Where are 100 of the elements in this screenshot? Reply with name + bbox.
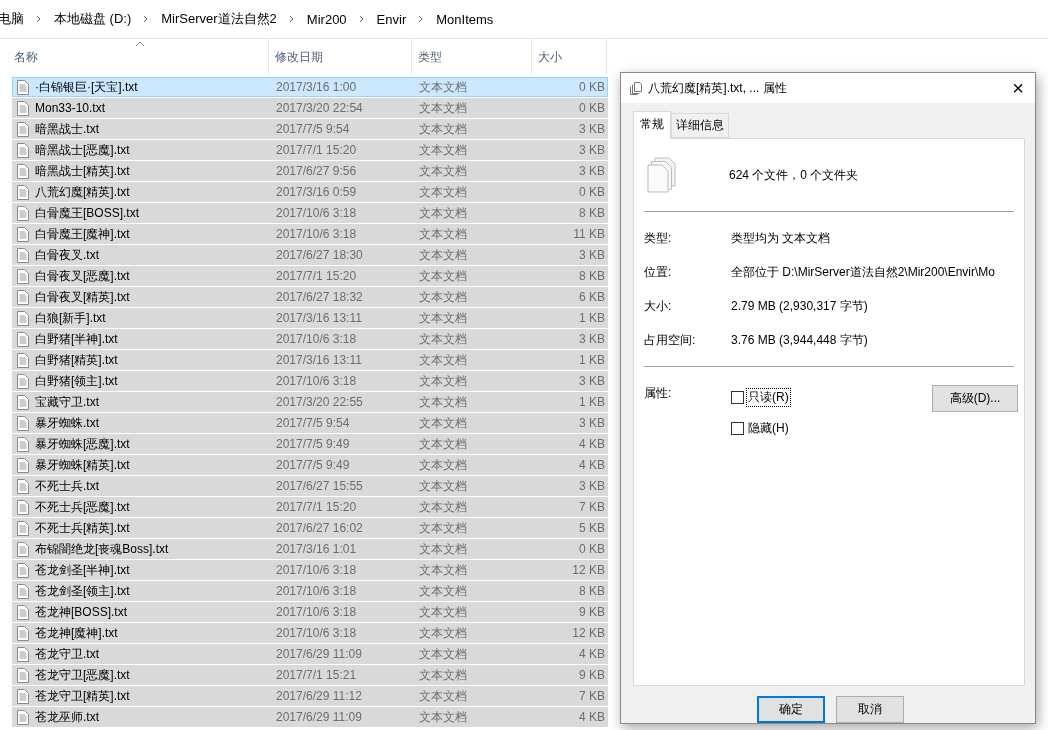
column-header[interactable]: 大小 — [532, 39, 607, 75]
file-row[interactable]: 不死士兵[精英].txt 2017/6/27 16:02 文本文档 5 KB — [12, 518, 608, 538]
file-row[interactable]: 苍龙巫师.txt 2017/6/29 11:09 文本文档 4 KB — [12, 707, 608, 727]
file-row[interactable]: 白骨魔王[BOSS].txt 2017/10/6 3:18 文本文档 8 KB — [12, 203, 608, 223]
file-row[interactable]: 宝藏守卫.txt 2017/3/20 22:55 文本文档 1 KB — [12, 392, 608, 412]
file-type: 文本文档 — [418, 99, 468, 117]
modified-date: 2017/7/5 9:49 — [275, 458, 351, 472]
file-type: 文本文档 — [418, 330, 468, 348]
file-name: 白骨魔王[BOSS].txt — [35, 204, 139, 222]
file-name: 白野猪[精英].txt — [35, 351, 118, 369]
text-file-icon — [17, 268, 29, 284]
file-size: 0 KB — [578, 185, 606, 199]
file-name: 白骨夜叉[恶魔].txt — [35, 267, 130, 285]
breadcrumb-item[interactable]: MonItems — [432, 11, 498, 27]
text-file-icon — [17, 499, 29, 515]
file-name: 苍龙守卫[精英].txt — [35, 687, 130, 705]
chevron-right-icon[interactable] — [35, 15, 43, 23]
file-size: 6 KB — [578, 290, 606, 304]
text-file-icon — [17, 394, 29, 410]
modified-date: 2017/7/5 9:49 — [275, 437, 351, 451]
file-type: 文本文档 — [418, 540, 468, 558]
file-row[interactable]: 暴牙蜘蛛[精英].txt 2017/7/5 9:49 文本文档 4 KB — [12, 455, 608, 475]
file-row[interactable]: 白骨魔王[魔神].txt 2017/10/6 3:18 文本文档 11 KB — [12, 224, 608, 244]
file-name: 八荒幻魔[精英].txt — [35, 183, 130, 201]
file-size: 9 KB — [578, 605, 606, 619]
file-row[interactable]: 白野猪[领主].txt 2017/10/6 3:18 文本文档 3 KB — [12, 371, 608, 391]
file-row[interactable]: ·白锦银巨·[天宝].txt 2017/3/16 1:00 文本文档 0 KB — [12, 77, 608, 97]
attributes-label: 属性: — [644, 385, 673, 402]
chevron-right-icon[interactable] — [357, 15, 366, 23]
breadcrumb-item[interactable]: Mir200 — [302, 11, 351, 27]
text-file-icon — [17, 352, 29, 368]
file-row[interactable]: 白骨夜叉[精英].txt 2017/6/27 18:32 文本文档 6 KB — [12, 287, 608, 307]
modified-date: 2017/6/29 11:09 — [275, 710, 363, 724]
file-type: 文本文档 — [418, 603, 468, 621]
column-header[interactable]: 名称 — [12, 39, 269, 75]
file-row[interactable]: 暴牙蜘蛛[恶魔].txt 2017/7/5 9:49 文本文档 4 KB — [12, 434, 608, 454]
file-name: 暗黑战士[精英].txt — [35, 162, 130, 180]
checkbox[interactable] — [731, 422, 744, 435]
file-row[interactable]: 苍龙守卫[恶魔].txt 2017/7/1 15:21 文本文档 9 KB — [12, 665, 608, 685]
chevron-right-icon[interactable] — [287, 15, 296, 23]
modified-date: 2017/7/1 15:20 — [275, 269, 358, 283]
checkbox[interactable] — [731, 391, 744, 404]
file-row[interactable]: 白狼[新手].txt 2017/3/16 13:11 文本文档 1 KB — [12, 308, 608, 328]
file-row[interactable]: 八荒幻魔[精英].txt 2017/3/16 0:59 文本文档 0 KB — [12, 182, 608, 202]
file-row[interactable]: 苍龙剑圣[领主].txt 2017/10/6 3:18 文本文档 8 KB — [12, 581, 608, 601]
file-row[interactable]: 苍龙守卫[精英].txt 2017/6/29 11:12 文本文档 7 KB — [12, 686, 608, 706]
file-row[interactable]: 苍龙守卫.txt 2017/6/29 11:09 文本文档 4 KB — [12, 644, 608, 664]
file-row[interactable]: 白野猪[半神].txt 2017/10/6 3:18 文本文档 3 KB — [12, 329, 608, 349]
file-type: 文本文档 — [418, 498, 468, 516]
file-row[interactable]: 不死士兵[恶魔].txt 2017/7/1 15:20 文本文档 7 KB — [12, 497, 608, 517]
file-name: 白野猪[半神].txt — [35, 330, 118, 348]
checkbox-label[interactable]: 只读(R) — [746, 388, 791, 407]
modified-date: 2017/10/6 3:18 — [275, 332, 358, 346]
modified-date: 2017/10/6 3:18 — [275, 206, 358, 220]
file-type: 文本文档 — [418, 435, 468, 453]
modified-date: 2017/6/27 18:30 — [275, 248, 364, 262]
file-type: 文本文档 — [418, 624, 468, 642]
column-header[interactable]: 类型 — [412, 39, 532, 75]
file-row[interactable]: 苍龙神[魔神].txt 2017/10/6 3:18 文本文档 12 KB — [12, 623, 608, 643]
text-file-icon — [17, 289, 29, 305]
text-file-icon — [17, 184, 29, 200]
dialog-tab[interactable]: 常规 — [633, 111, 671, 139]
dialog-button[interactable]: 取消 — [836, 696, 904, 723]
file-row[interactable]: 白骨夜叉[恶魔].txt 2017/7/1 15:20 文本文档 8 KB — [12, 266, 608, 286]
dialog-tab[interactable]: 详细信息 — [671, 113, 729, 138]
advanced-button[interactable]: 高级(D)... — [932, 385, 1018, 412]
file-row[interactable]: Mon33-10.txt 2017/3/20 22:54 文本文档 0 KB — [12, 98, 608, 118]
file-row[interactable]: 白野猪[精英].txt 2017/3/16 13:11 文本文档 1 KB — [12, 350, 608, 370]
file-row[interactable]: 布锦闇绝龙[丧魂Boss].txt 2017/3/16 1:01 文本文档 0 KB — [12, 539, 608, 559]
text-file-icon — [17, 625, 29, 641]
file-size: 9 KB — [578, 668, 606, 682]
breadcrumb-item[interactable]: Envir — [372, 11, 411, 27]
file-row[interactable]: 暗黑战士[恶魔].txt 2017/7/1 15:20 文本文档 3 KB — [12, 140, 608, 160]
file-size: 8 KB — [578, 269, 606, 283]
file-row[interactable]: 暗黑战士[精英].txt 2017/6/27 9:56 文本文档 3 KB — [12, 161, 608, 181]
dialog-button[interactable]: 确定 — [757, 696, 825, 723]
file-row[interactable]: 苍龙剑圣[半神].txt 2017/10/6 3:18 文本文档 12 KB — [12, 560, 608, 580]
breadcrumb-item[interactable]: MirServer道法自然2 — [157, 10, 281, 28]
close-button[interactable]: × — [1001, 73, 1035, 103]
column-header[interactable]: 修改日期 — [269, 39, 412, 75]
file-row[interactable]: 暗黑战士.txt 2017/7/5 9:54 文本文档 3 KB — [12, 119, 608, 139]
file-name: 暴牙蜘蛛[精英].txt — [35, 456, 130, 474]
file-type: 文本文档 — [418, 351, 468, 369]
property-value: 3.76 MB (3,944,448 字节) — [731, 332, 869, 349]
file-row[interactable]: 暴牙蜘蛛.txt 2017/7/5 9:54 文本文档 3 KB — [12, 413, 608, 433]
file-row[interactable]: 白骨夜叉.txt 2017/6/27 18:30 文本文档 3 KB — [12, 245, 608, 265]
file-size: 3 KB — [578, 122, 606, 136]
modified-date: 2017/6/27 16:02 — [275, 521, 364, 535]
modified-date: 2017/3/20 22:55 — [275, 395, 364, 409]
breadcrumb-item[interactable]: 本地磁盘 (D:) — [50, 10, 136, 28]
file-name: 暗黑战士[恶魔].txt — [35, 141, 130, 159]
file-name: 宝藏守卫.txt — [35, 393, 99, 411]
file-row[interactable]: 苍龙神[BOSS].txt 2017/10/6 3:18 文本文档 9 KB — [12, 602, 608, 622]
file-size: 8 KB — [578, 206, 606, 220]
file-row[interactable]: 不死士兵.txt 2017/6/27 15:55 文本文档 3 KB — [12, 476, 608, 496]
property-label: 大小: — [644, 298, 673, 315]
property-value: 2.79 MB (2,930,317 字节) — [731, 298, 869, 315]
file-type: 文本文档 — [418, 372, 468, 390]
file-size: 5 KB — [578, 521, 606, 535]
checkbox-label[interactable]: 隐藏(H) — [746, 419, 791, 438]
